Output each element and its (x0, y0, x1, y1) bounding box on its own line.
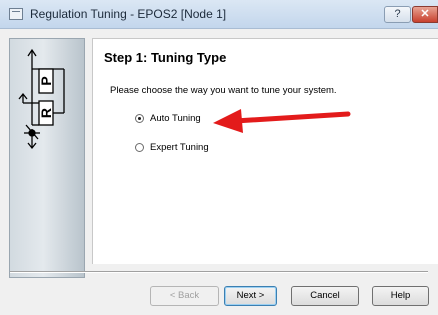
window-title: Regulation Tuning - EPOS2 [Node 1] (30, 7, 227, 21)
cancel-button[interactable]: Cancel (291, 286, 359, 306)
help-button[interactable]: Help (372, 286, 429, 306)
regulation-tuning-window: Regulation Tuning - EPOS2 [Node 1] ? ✕ P… (0, 0, 438, 315)
expert-tuning-radio[interactable] (135, 142, 144, 152)
controller-diagram-icon: P R (9, 38, 85, 278)
footer-separator (10, 271, 428, 273)
auto-tuning-option[interactable]: Auto Tuning (135, 111, 201, 125)
close-button[interactable]: ✕ (412, 6, 438, 23)
next-button[interactable]: Next > (224, 286, 277, 306)
back-button[interactable]: < Back (150, 286, 219, 306)
instruction-text: Please choose the way you want to tune y… (110, 85, 337, 96)
expert-tuning-label[interactable]: Expert Tuning (150, 142, 209, 153)
expert-tuning-option[interactable]: Expert Tuning (135, 140, 209, 154)
title-bar[interactable]: Regulation Tuning - EPOS2 [Node 1] ? ✕ (0, 0, 438, 29)
auto-tuning-radio[interactable] (135, 113, 144, 123)
block-label-p: P (38, 76, 54, 85)
step-title: Step 1: Tuning Type (104, 50, 227, 65)
title-help-button[interactable]: ? (384, 6, 411, 23)
auto-tuning-label[interactable]: Auto Tuning (150, 113, 201, 124)
block-label-r: R (38, 108, 54, 118)
wizard-content-panel: Step 1: Tuning Type Please choose the wa… (92, 38, 438, 264)
window-icon (9, 8, 23, 20)
